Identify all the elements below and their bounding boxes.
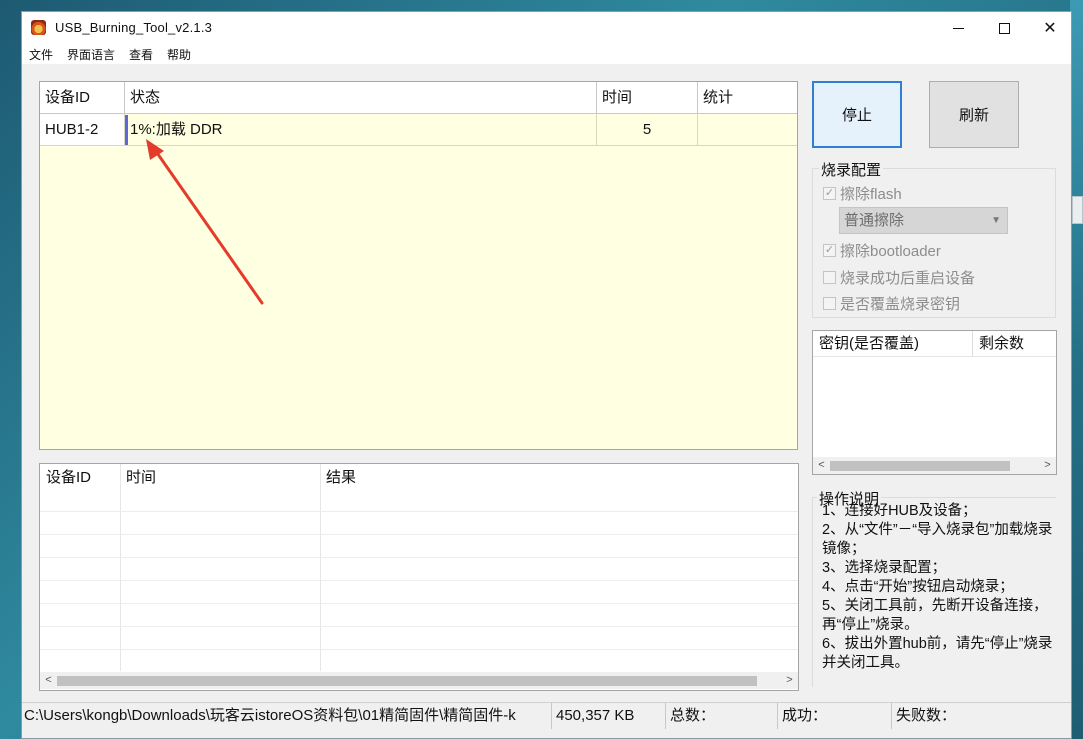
log-row-line — [40, 580, 798, 581]
col-time[interactable]: 时间 — [597, 82, 698, 114]
log-col-time[interactable]: 时间 — [120, 464, 156, 494]
log-row-line — [40, 557, 798, 558]
instruction-line: 4、点击“开始”按钮启动烧录； — [822, 579, 1014, 595]
scroll-thumb[interactable] — [830, 461, 1010, 471]
window-title: USB_Burning_Tool_v2.1.3 — [55, 20, 213, 35]
instruction-line: 3、选择烧录配置； — [822, 560, 947, 576]
reboot-after-checkbox[interactable]: 烧录成功后重启设备 — [823, 267, 975, 288]
burn-config-group: 烧录配置 ✓ 擦除flash 普通擦除 ▼ ✓ 擦除bootloader 烧录成… — [812, 159, 1056, 318]
result-log-table[interactable]: 设备ID 时间 结果 < > — [39, 463, 799, 691]
instruction-line: 5、关闭工具前，先断开设备连接，再“停止”烧录。 — [822, 598, 1048, 633]
erase-bootloader-label: 擦除bootloader — [840, 243, 941, 260]
minimize-button[interactable] — [935, 12, 981, 44]
log-horizontal-scrollbar[interactable]: < > — [40, 672, 798, 689]
scroll-right-icon[interactable]: > — [781, 672, 798, 689]
maximize-button[interactable] — [981, 12, 1027, 44]
col-stats[interactable]: 统计 — [698, 82, 797, 114]
app-icon — [31, 20, 46, 35]
app-window: USB_Burning_Tool_v2.1.3 ✕ 文件 界面语言 查看 帮助 … — [21, 11, 1072, 739]
erase-bootloader-checkbox[interactable]: ✓ 擦除bootloader — [823, 240, 941, 261]
device-grid-header: 设备ID 状态 时间 统计 — [40, 82, 797, 114]
title-bar[interactable]: USB_Burning_Tool_v2.1.3 ✕ — [22, 12, 1071, 44]
key-col-key[interactable]: 密钥(是否覆盖) — [813, 331, 973, 357]
desktop-window-edge — [1072, 196, 1083, 224]
device-grid[interactable]: 设备ID 状态 时间 统计 HUB1-2 1%:加载 DDR 5 — [39, 81, 798, 450]
log-row-line — [40, 626, 798, 627]
minimize-icon — [952, 27, 964, 29]
status-file-path: C:\Users\kongb\Downloads\玩客云istoreOS资料包\… — [22, 703, 552, 729]
key-horizontal-scrollbar[interactable]: < > — [813, 457, 1056, 474]
chevron-down-icon: ▼ — [991, 215, 1001, 226]
log-col-device-id[interactable]: 设备ID — [40, 464, 91, 494]
checkbox-checked-icon: ✓ — [823, 187, 836, 200]
log-column-divider — [320, 464, 321, 671]
erase-flash-label: 擦除flash — [840, 186, 902, 203]
menu-bar: 文件 界面语言 查看 帮助 — [22, 44, 1071, 64]
cell-device-id: HUB1-2 — [40, 114, 125, 146]
scroll-left-icon[interactable]: < — [40, 672, 57, 689]
col-status[interactable]: 状态 — [125, 82, 597, 114]
reboot-after-label: 烧录成功后重启设备 — [840, 270, 976, 287]
checkbox-unchecked-icon — [823, 271, 836, 284]
cell-stats — [698, 114, 797, 146]
close-icon: ✕ — [1043, 20, 1057, 37]
cell-time: 5 — [597, 114, 698, 146]
scroll-thumb[interactable] — [57, 676, 757, 686]
instruction-line: 1、连接好HUB及设备； — [822, 503, 977, 519]
instruction-line: 2、从“文件”－“导入烧录包”加载烧录镜像； — [822, 522, 1053, 557]
status-bar: C:\Users\kongb\Downloads\玩客云istoreOS资料包\… — [22, 702, 1071, 738]
selection-bar — [125, 115, 128, 145]
menu-file[interactable]: 文件 — [29, 46, 53, 63]
overwrite-key-checkbox[interactable]: 是否覆盖烧录密钥 — [823, 293, 960, 314]
scroll-right-icon[interactable]: > — [1039, 457, 1056, 474]
burn-config-title: 烧录配置 — [819, 159, 884, 180]
instruction-line: 6、拔出外置hub前，请先“停止”烧录并关闭工具。 — [822, 636, 1053, 671]
log-row-line — [40, 603, 798, 604]
key-table[interactable]: 密钥(是否覆盖) 剩余数 < > — [812, 330, 1057, 475]
log-col-result[interactable]: 结果 — [320, 464, 356, 494]
checkbox-checked-icon: ✓ — [823, 244, 836, 257]
menu-help[interactable]: 帮助 — [167, 46, 191, 63]
scroll-left-icon[interactable]: < — [813, 457, 830, 474]
cell-status: 1%:加载 DDR — [125, 114, 597, 146]
stop-button[interactable]: 停止 — [812, 81, 902, 148]
log-row-line — [40, 511, 798, 512]
status-failed: 失败数： — [896, 707, 957, 724]
checkbox-unchecked-icon — [823, 297, 836, 310]
menu-language[interactable]: 界面语言 — [67, 46, 115, 63]
instructions-text: 1、连接好HUB及设备； 2、从“文件”－“导入烧录包”加载烧录镜像； 3、选择… — [822, 502, 1062, 673]
erase-flash-checkbox[interactable]: ✓ 擦除flash — [823, 183, 902, 204]
log-row-line — [40, 649, 798, 650]
status-total: 总数： — [668, 703, 778, 729]
log-column-divider — [120, 464, 121, 671]
log-row-line — [40, 534, 798, 535]
maximize-icon — [998, 22, 1010, 34]
close-button[interactable]: ✕ — [1027, 12, 1073, 44]
overwrite-key-label: 是否覆盖烧录密钥 — [840, 296, 961, 313]
status-file-size: 450,357 KB — [554, 703, 666, 729]
status-success: 成功： — [780, 703, 892, 729]
erase-mode-select[interactable]: 普通擦除 ▼ — [839, 207, 1008, 234]
menu-view[interactable]: 查看 — [129, 46, 153, 63]
key-col-remaining[interactable]: 剩余数 — [973, 331, 1056, 357]
erase-mode-value: 普通擦除 — [844, 212, 905, 229]
refresh-button[interactable]: 刷新 — [929, 81, 1019, 148]
col-device-id[interactable]: 设备ID — [40, 82, 125, 114]
